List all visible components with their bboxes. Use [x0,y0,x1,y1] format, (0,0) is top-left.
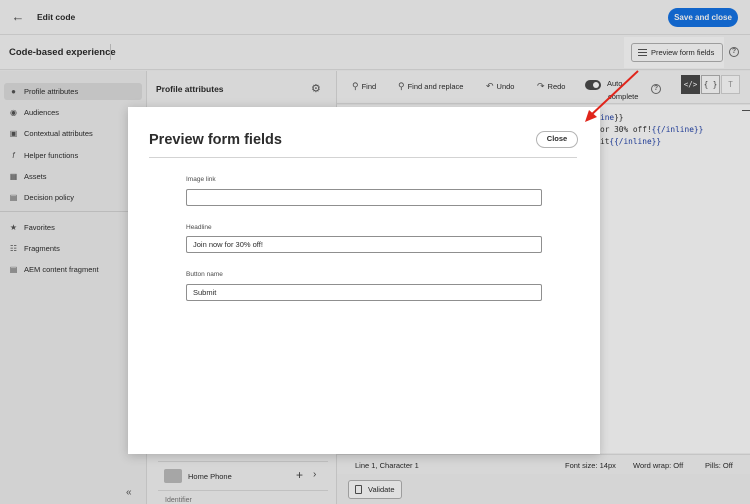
button-name-label: Button name [186,271,223,278]
image-link-field[interactable] [186,189,542,206]
headline-label: Headline [186,224,212,231]
preview-form-fields-dialog: Preview form fields Close Image link Hea… [128,107,600,454]
headline-field[interactable]: Join now for 30% off! [186,236,542,253]
divider [149,157,577,158]
button-name-field[interactable]: Submit [186,284,542,301]
image-link-label: Image link [186,176,216,183]
close-button[interactable]: Close [536,131,578,148]
dialog-title: Preview form fields [149,132,282,148]
